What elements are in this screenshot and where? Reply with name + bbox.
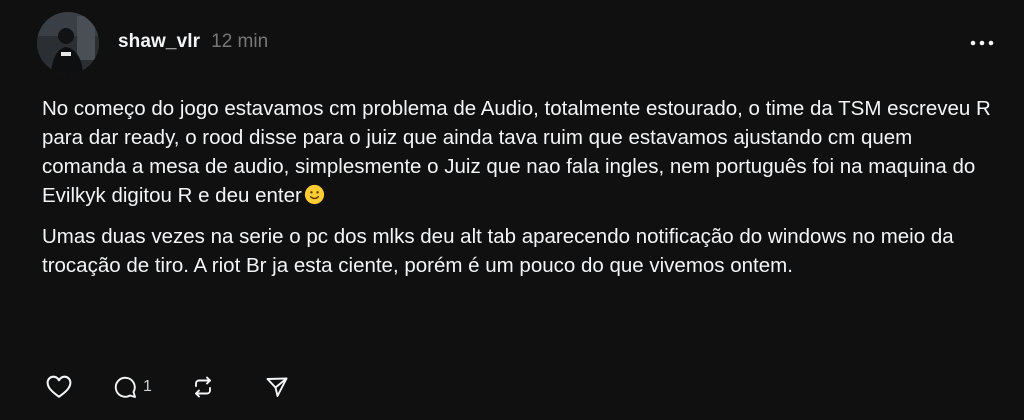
heart-icon [46,375,72,398]
avatar-image [37,12,99,74]
post-paragraph-1: No começo do jogo estavamos cm problema … [42,94,1002,210]
post-actions: 1 [46,374,290,400]
reply-button[interactable]: 1 [112,374,152,400]
avatar[interactable] [37,12,99,74]
share-button[interactable] [264,374,290,400]
timestamp[interactable]: 12 min [211,31,268,53]
post-text-1: No começo do jogo estavamos cm problema … [42,97,991,207]
post-paragraph-2: Umas duas vezes na serie o pc dos mlks d… [42,225,954,277]
slightly-smiling-face-icon [304,184,324,205]
repost-icon [194,376,211,398]
thread-post: shaw_vlr 12 min No começo do jogo estava… [0,0,1024,420]
send-icon [266,377,288,397]
like-button[interactable] [46,374,72,400]
comment-icon [114,376,136,398]
more-options-button[interactable] [968,33,996,53]
post-body: No começo do jogo estavamos cm problema … [42,94,1002,292]
repost-button[interactable] [190,374,216,400]
post-header: shaw_vlr 12 min [118,31,268,53]
more-icon [970,40,994,46]
reply-count: 1 [143,378,152,395]
username[interactable]: shaw_vlr [118,31,200,53]
